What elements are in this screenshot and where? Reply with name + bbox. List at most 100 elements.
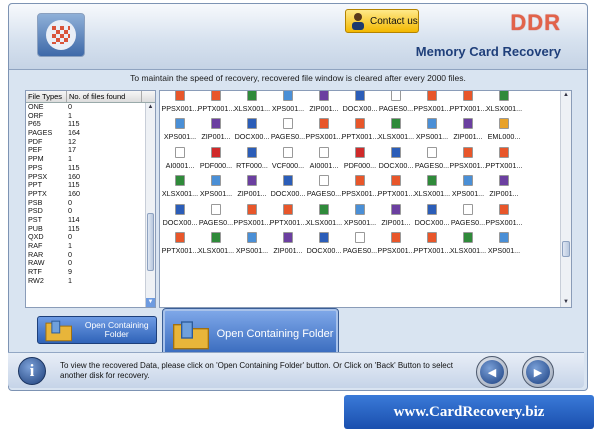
file-item[interactable]: XPS001...: [414, 113, 450, 141]
table-row[interactable]: RAF 1: [26, 241, 145, 251]
file-item[interactable]: PPSX001...: [414, 91, 450, 113]
file-icon: [463, 146, 473, 158]
website-banner[interactable]: www.CardRecovery.biz: [344, 395, 594, 429]
file-item[interactable]: PAGES0...: [414, 141, 450, 170]
scroll-down-arrow-icon[interactable]: ▼: [561, 298, 571, 307]
file-item[interactable]: XLSX001...: [486, 91, 522, 113]
file-item[interactable]: XLSX001...: [450, 227, 486, 255]
file-item[interactable]: ZIP001...: [234, 170, 270, 198]
file-item[interactable]: PPSX001...: [450, 141, 486, 170]
file-icon: [211, 146, 221, 158]
open-containing-folder-button-small[interactable]: Open Containing Folder: [37, 316, 157, 344]
file-item[interactable]: XPS001...: [486, 227, 522, 255]
file-item[interactable]: XLSX001...: [198, 227, 234, 255]
file-name: PDF000...: [343, 160, 377, 170]
file-item[interactable]: PAGES0...: [306, 170, 342, 198]
file-item[interactable]: PPTX001...: [414, 227, 450, 255]
file-item[interactable]: PPSX001...: [234, 198, 270, 227]
file-item[interactable]: PPTX001...: [198, 91, 234, 113]
file-icon: [391, 91, 401, 101]
file-item[interactable]: XPS001...: [198, 170, 234, 198]
file-item[interactable]: VCF000...: [270, 141, 306, 170]
table-row[interactable]: [26, 285, 145, 294]
file-item[interactable]: PPSX001...: [378, 227, 414, 255]
scroll-up-arrow-icon[interactable]: ▲: [561, 91, 571, 100]
file-icon: [175, 175, 185, 186]
back-button[interactable]: ◀: [476, 356, 508, 388]
table-row[interactable]: RAW 0: [26, 259, 145, 268]
table-row[interactable]: PDF 12: [26, 137, 145, 147]
table-row[interactable]: RW2 1: [26, 276, 145, 286]
table-row[interactable]: PPSX 160: [26, 172, 145, 182]
table-row[interactable]: PPM 1: [26, 154, 145, 164]
file-item[interactable]: PPTX001...: [486, 141, 522, 170]
file-item[interactable]: ZIP001...: [378, 198, 414, 227]
file-icon: [319, 91, 329, 101]
file-item[interactable]: XPS001...: [162, 113, 198, 141]
file-item[interactable]: DOCX00...: [378, 141, 414, 170]
column-header-files-found[interactable]: No. of files found: [67, 91, 142, 102]
file-item[interactable]: PPSX001...: [486, 198, 522, 227]
file-item[interactable]: XPS001...: [234, 227, 270, 255]
scroll-thumb[interactable]: [147, 213, 154, 271]
file-item[interactable]: AI0001...: [162, 141, 198, 170]
file-item[interactable]: XLSX001...: [378, 113, 414, 141]
file-item[interactable]: PPTX001...: [270, 198, 306, 227]
file-item[interactable]: ZIP001...: [450, 113, 486, 141]
file-item[interactable]: XLSX001...: [414, 170, 450, 198]
table-row[interactable]: PAGES 164: [26, 128, 145, 138]
column-header-file-types[interactable]: File Types: [26, 91, 67, 102]
file-item[interactable]: EML000...: [486, 113, 522, 141]
file-item[interactable]: XPS001...: [450, 170, 486, 198]
file-types-scrollbar[interactable]: ▲ ▼: [145, 103, 155, 307]
file-item[interactable]: DOCX00...: [306, 227, 342, 255]
file-item[interactable]: PPSX001...: [306, 113, 342, 141]
scroll-thumb[interactable]: [562, 241, 570, 257]
table-row[interactable]: ORF 1: [26, 111, 145, 121]
file-item[interactable]: PPTX001...: [450, 91, 486, 113]
file-item[interactable]: PAGES0...: [450, 198, 486, 227]
app-logo-icon: [37, 13, 85, 57]
file-item[interactable]: PPSX001...: [162, 91, 198, 113]
file-item[interactable]: RTF000...: [234, 141, 270, 170]
file-item[interactable]: PDF000...: [198, 141, 234, 170]
file-item[interactable]: XLSX001...: [306, 198, 342, 227]
scroll-up-arrow-icon[interactable]: ▲: [146, 103, 155, 112]
file-item[interactable]: PAGES0...: [378, 91, 414, 113]
file-item[interactable]: XPS001...: [342, 198, 378, 227]
file-item[interactable]: ZIP001...: [270, 227, 306, 255]
file-item[interactable]: DOCX00...: [234, 113, 270, 141]
table-row[interactable]: QXD 0: [26, 233, 145, 242]
file-item[interactable]: DOCX00...: [270, 170, 306, 198]
next-button[interactable]: ▶: [522, 356, 554, 388]
file-name: DOCX00...: [414, 217, 450, 227]
table-row[interactable]: PST 114: [26, 215, 145, 225]
table-row[interactable]: ONE 0: [26, 102, 145, 112]
table-row[interactable]: PSB 0: [26, 198, 145, 208]
file-item[interactable]: ZIP001...: [486, 170, 522, 198]
file-item[interactable]: XLSX001...: [162, 170, 198, 198]
main-window: Contact us DDR Memory Card Recovery To m…: [8, 3, 588, 391]
file-item[interactable]: PPSX001...: [342, 170, 378, 198]
table-row[interactable]: PSD 0: [26, 207, 145, 216]
file-item[interactable]: ZIP001...: [198, 113, 234, 141]
file-item[interactable]: DOCX00...: [342, 91, 378, 113]
file-item[interactable]: PAGES0...: [198, 198, 234, 227]
file-item[interactable]: PAGES0...: [342, 227, 378, 255]
file-item[interactable]: XLSX001...: [234, 91, 270, 113]
contact-us-button[interactable]: Contact us: [345, 9, 419, 33]
file-item[interactable]: PPTX001...: [378, 170, 414, 198]
file-item[interactable]: ZIP001...: [306, 91, 342, 113]
scroll-down-arrow-icon[interactable]: ▼: [146, 298, 155, 307]
file-item[interactable]: PPTX001...: [342, 113, 378, 141]
file-item[interactable]: PDF000...: [342, 141, 378, 170]
file-item[interactable]: AI0001...: [306, 141, 342, 170]
file-item[interactable]: XPS001...: [270, 91, 306, 113]
table-row[interactable]: PUB 115: [26, 224, 145, 234]
file-item[interactable]: PPTX001...: [162, 227, 198, 255]
table-row[interactable]: PPTX 160: [26, 189, 145, 199]
file-item[interactable]: DOCX00...: [162, 198, 198, 227]
file-item[interactable]: DOCX00...: [414, 198, 450, 227]
file-item[interactable]: PAGES0...: [270, 113, 306, 141]
files-scrollbar[interactable]: ▲ ▼: [560, 91, 571, 307]
